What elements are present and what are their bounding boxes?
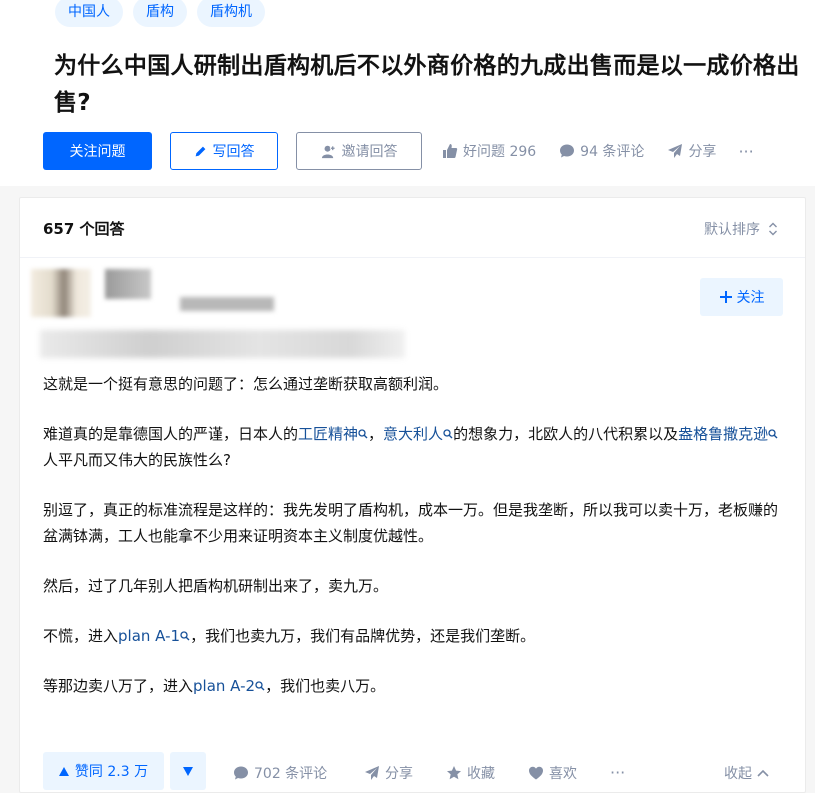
comment-icon: [233, 765, 249, 781]
answer-text: 难道真的是靠德国人的严谨，日本人的: [43, 425, 299, 443]
question-title: 为什么中国人研制出盾构机后不以外商价格的九成出售而是以一成价格出售?: [54, 53, 800, 116]
heart-icon: [528, 765, 544, 781]
answer-paragraph: 难道真的是靠德国人的严谨，日本人的工匠精神 ，意大利人 的想象力，北欧人的八代积累以…: [43, 421, 788, 473]
plus-icon: [719, 290, 733, 304]
keyword-link[interactable]: 工匠精神: [298, 425, 358, 443]
sort-arrows-icon: [768, 222, 778, 236]
collect-button[interactable]: 收藏: [446, 763, 495, 783]
thumbs-up-icon: [442, 143, 458, 159]
like-label: 喜欢: [549, 766, 577, 782]
answer-comments-label: 702 条评论: [254, 766, 328, 782]
collect-label: 收藏: [467, 766, 495, 782]
answer-paragraph: 然后，过了几年别人把盾构机研制出来了，卖九万。: [43, 577, 389, 595]
answer-paragraph: 这就是一个挺有意思的问题了：怎么通过垄断获取高额利润。: [43, 375, 449, 393]
answers-card: 657 个回答 默认排序 关注 这就是一个挺有意思的问题了：怎么通过垄断获取高额…: [19, 197, 806, 793]
answer-paragraph: 等那边卖八万了，进入plan A-2 ，我们也卖八万。: [43, 673, 788, 699]
collapse-label: 收起: [724, 766, 752, 782]
collapse-button[interactable]: 收起: [724, 763, 769, 783]
question-comments-label: 94 条评论: [580, 144, 645, 160]
triangle-up-icon: [58, 766, 69, 776]
question-share-button[interactable]: 分享: [667, 141, 716, 161]
sort-dropdown[interactable]: 默认排序: [704, 219, 778, 239]
write-answer-label: 写回答: [212, 144, 255, 160]
like-button[interactable]: 喜欢: [528, 763, 577, 783]
answer-paragraph: 不慌，进入plan A-1 ，我们也卖九万，我们有品牌优势，还是我们垄断。: [43, 623, 788, 649]
sort-label: 默认排序: [704, 222, 760, 238]
answer-content: 这就是一个挺有意思的问题了：怎么通过垄断获取高额利润。 难道真的是靠德国人的严谨…: [43, 371, 788, 723]
search-icon: [180, 631, 190, 641]
comment-icon: [559, 143, 575, 159]
topic-tag[interactable]: 盾构: [133, 0, 187, 27]
answer-text: 的想象力，北欧人的八代积累以及: [453, 425, 679, 443]
author-badge: [40, 330, 405, 358]
answer-text: ，: [368, 425, 384, 443]
question-share-label: 分享: [688, 144, 717, 160]
follow-author-label: 关注: [736, 290, 765, 306]
follow-author-button[interactable]: 关注: [700, 278, 783, 316]
upvote-label: 赞同 2.3 万: [74, 764, 149, 780]
answer-text: 人平凡而又伟大的民族性么?: [43, 451, 231, 469]
star-icon: [446, 765, 462, 781]
answer-comments-button[interactable]: 702 条评论: [233, 763, 327, 783]
add-user-icon: [321, 144, 336, 159]
search-icon: [768, 429, 778, 439]
answer-share-button[interactable]: 分享: [364, 763, 413, 783]
question-comments-button[interactable]: 94 条评论: [559, 141, 644, 161]
pencil-icon: [194, 145, 207, 158]
search-icon: [358, 429, 368, 439]
answer-count: 657 个回答: [43, 220, 125, 238]
topic-tag[interactable]: 中国人: [55, 0, 123, 27]
question-more-button[interactable]: ···: [738, 142, 753, 161]
paper-plane-icon: [667, 143, 683, 159]
invite-answer-button[interactable]: 邀请回答: [296, 132, 422, 170]
answer-paragraph: 别逗了，真正的标准流程是这样的：我先发明了盾构机，成本一万。但是我垄断，所以我可…: [43, 501, 779, 545]
answer-text: 等那边卖八万了，进入: [43, 677, 194, 695]
follow-question-button[interactable]: 关注问题: [43, 132, 152, 170]
author-bio: [180, 297, 274, 311]
write-answer-button[interactable]: 写回答: [170, 132, 278, 170]
answer-text: ，我们也卖八万。: [265, 677, 386, 695]
answer-text: 不慌，进入: [43, 627, 119, 645]
keyword-link[interactable]: plan A-1: [118, 627, 180, 645]
paper-plane-icon: [364, 765, 380, 781]
topic-tag[interactable]: 盾构机: [197, 0, 265, 27]
keyword-link[interactable]: plan A-2: [193, 677, 255, 695]
chevron-up-icon: [757, 769, 769, 777]
answer-text: ，我们也卖九万，我们有品牌优势，还是我们垄断。: [190, 627, 536, 645]
author-name[interactable]: [105, 269, 151, 299]
triangle-down-icon: [183, 766, 193, 776]
good-question-button[interactable]: 好问题 296: [442, 141, 536, 161]
question-actions: 关注问题 写回答 邀请回答 好问题 296 94 条评论 分享 ···: [43, 132, 754, 170]
topic-tags: 中国人 盾构 盾构机: [55, 0, 265, 27]
invite-answer-label: 邀请回答: [341, 144, 398, 160]
answer-action-bar: 赞同 2.3 万 702 条评论 分享 收藏 喜欢 ··· 收起: [20, 746, 805, 792]
avatar[interactable]: [31, 269, 91, 317]
good-question-label: 好问题 296: [463, 144, 537, 160]
answers-header: 657 个回答 默认排序: [20, 198, 805, 258]
search-icon: [255, 681, 265, 691]
downvote-button[interactable]: [170, 752, 206, 790]
keyword-link[interactable]: 盎格鲁撒克逊: [678, 425, 768, 443]
answer-share-label: 分享: [385, 766, 413, 782]
search-icon: [443, 429, 453, 439]
answer-more-button[interactable]: ···: [610, 763, 625, 782]
upvote-button[interactable]: 赞同 2.3 万: [43, 752, 164, 790]
keyword-link[interactable]: 意大利人: [383, 425, 443, 443]
question-header: 中国人 盾构 盾构机 为什么中国人研制出盾构机后不以外商价格的九成出售而是以一成…: [0, 0, 815, 186]
